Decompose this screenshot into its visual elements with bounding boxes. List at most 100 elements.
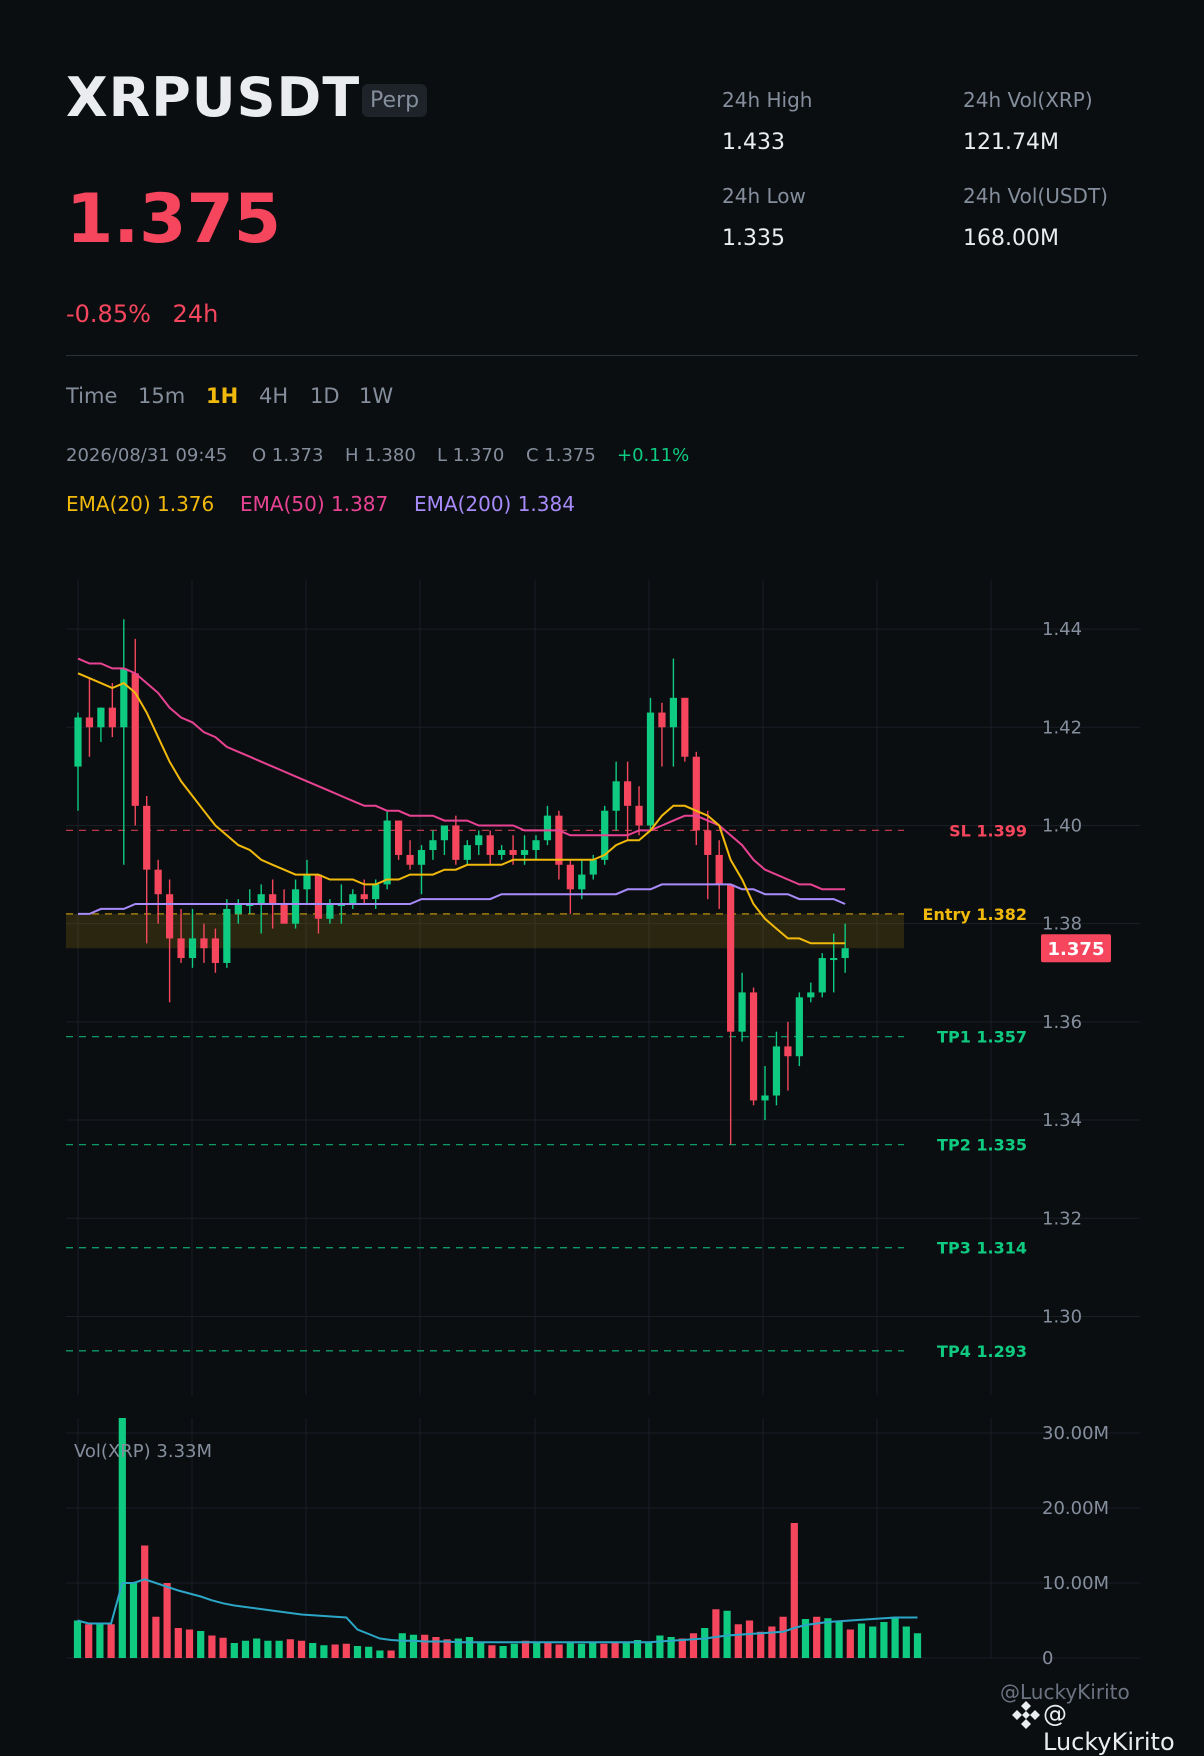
- volume-bar: [656, 1635, 664, 1658]
- price-tick-label: 1.34: [1042, 1110, 1082, 1131]
- candle-body: [555, 815, 563, 865]
- candle-body: [818, 958, 826, 993]
- candle-body: [520, 850, 529, 855]
- candle-body: [440, 825, 448, 841]
- sl-level-label: SL 1.399: [949, 821, 1027, 840]
- brand-logo-icon: [1010, 1698, 1042, 1730]
- volume-bar: [577, 1643, 586, 1658]
- candle-body: [704, 830, 712, 855]
- price-chart[interactable]: 1.30 1.32 1.34 1.36 1.38 1.40 1.42 1.44 SL 1.39…: [0, 0, 1204, 1736]
- volume-bar: [96, 1624, 104, 1658]
- candle-body: [566, 864, 574, 890]
- volume-bar: [790, 1523, 798, 1658]
- volume-bar: [107, 1624, 115, 1658]
- volume-bar: [891, 1616, 899, 1658]
- candle-body: [681, 697, 689, 757]
- candle-body: [761, 1095, 769, 1101]
- candle-body: [692, 756, 700, 831]
- volume-bar: [253, 1638, 261, 1658]
- candle-body: [166, 894, 174, 939]
- candle-body: [223, 908, 231, 963]
- volume-bar: [555, 1644, 563, 1658]
- vol-tick-label: 0: [1042, 1648, 1053, 1669]
- volume-title: Vol(XRP) 3.33M: [74, 1441, 212, 1462]
- volume-bar: [712, 1609, 720, 1658]
- candle-body: [200, 938, 208, 949]
- volume-bar: [241, 1640, 250, 1658]
- candle-body: [234, 904, 242, 914]
- candle-body: [280, 904, 288, 924]
- volume-bar: [465, 1637, 474, 1658]
- candle-body: [543, 815, 552, 841]
- volume-bar: [779, 1616, 787, 1658]
- volume-bar: [141, 1545, 149, 1658]
- volume-bar: [689, 1633, 698, 1658]
- price-tick-label: 1.40: [1042, 815, 1082, 836]
- candle-body: [830, 958, 838, 961]
- volume-bar: [880, 1622, 888, 1658]
- volume-bar: [510, 1643, 518, 1658]
- candle-body: [463, 845, 471, 860]
- candle-body: [452, 825, 460, 860]
- candle-body: [291, 889, 300, 924]
- price-tick-label: 1.38: [1042, 914, 1082, 935]
- volume-bar: [589, 1642, 597, 1658]
- volume-bar: [219, 1637, 227, 1658]
- candle-body: [120, 668, 128, 728]
- candle-body: [669, 697, 677, 728]
- candle-body: [395, 820, 403, 855]
- volume-bar: [477, 1641, 485, 1658]
- volume-bar: [353, 1646, 362, 1658]
- volume-bar: [432, 1637, 440, 1658]
- candle-body: [795, 997, 803, 1057]
- volume-bar: [264, 1640, 272, 1658]
- candle-body: [417, 850, 426, 865]
- volume-bar: [734, 1624, 742, 1658]
- candle-body: [188, 938, 197, 959]
- volume-bar: [421, 1634, 429, 1658]
- volume-bar: [913, 1633, 922, 1658]
- level-labels: SL 1.399 Entry 1.382 TP1 1.357 TP2 1.335 TP3…: [923, 821, 1027, 1360]
- candle-body: [807, 992, 815, 998]
- volume-bar: [129, 1583, 138, 1658]
- candle-body: [143, 805, 151, 870]
- volume-bar: [701, 1628, 709, 1658]
- vol-tick-label: 30.00M: [1042, 1423, 1109, 1444]
- volume-bar: [488, 1645, 496, 1658]
- tp-level-label: TP1 1.357: [937, 1028, 1027, 1047]
- candle-body: [772, 1046, 781, 1096]
- candle-body: [211, 938, 219, 963]
- price-tick-label: 1.36: [1042, 1012, 1082, 1033]
- candle-body: [349, 894, 357, 905]
- volume-bar: [331, 1644, 339, 1658]
- volume-bar: [398, 1633, 406, 1658]
- volume-bar: [73, 1620, 82, 1658]
- candle-body: [784, 1046, 792, 1057]
- candle-body: [257, 894, 265, 905]
- volume-bar: [824, 1618, 832, 1658]
- volume-bar: [208, 1635, 216, 1658]
- candle-body: [658, 712, 666, 728]
- candle-body: [406, 854, 414, 865]
- candle-body: [612, 781, 620, 811]
- vol-axis: 0 10.00M 20.00M 30.00M: [1042, 1423, 1109, 1669]
- entry-level-label: Entry 1.382: [923, 905, 1027, 924]
- candles: [74, 619, 849, 1145]
- candle-body: [749, 992, 758, 1101]
- candle-body: [269, 894, 277, 905]
- volume-bar: [286, 1639, 294, 1658]
- volume-bar: [275, 1640, 283, 1658]
- volume-bar: [376, 1650, 384, 1658]
- price-tick-label: 1.32: [1042, 1208, 1082, 1229]
- candle-body: [314, 874, 323, 919]
- volume-bar: [409, 1634, 418, 1658]
- candle-body: [624, 781, 632, 806]
- candle-body: [715, 854, 723, 885]
- volume-bar: [902, 1626, 910, 1658]
- volume-bar: [768, 1626, 776, 1658]
- candle-body: [372, 884, 380, 900]
- tp-level-label: TP4 1.293: [937, 1342, 1027, 1361]
- volume-bar: [387, 1650, 395, 1658]
- volume-bar: [678, 1638, 686, 1658]
- candle-body: [74, 717, 82, 767]
